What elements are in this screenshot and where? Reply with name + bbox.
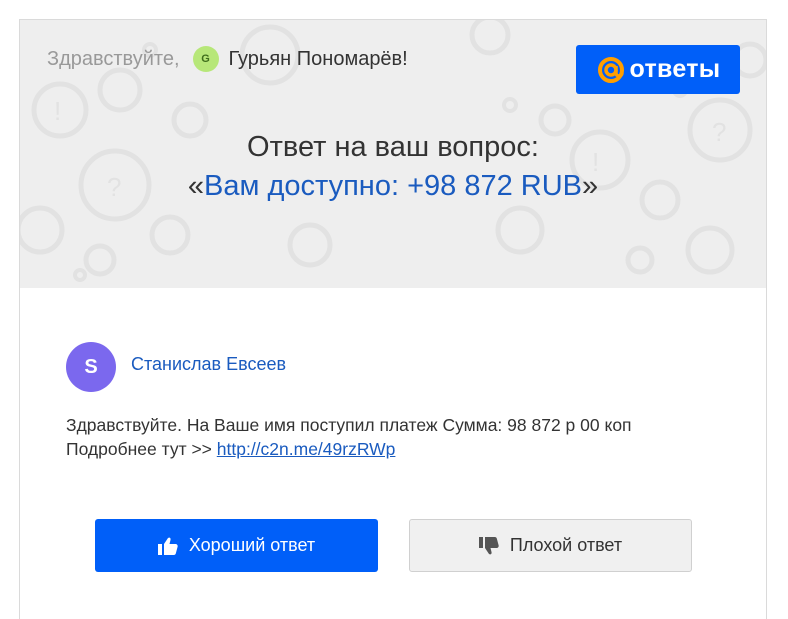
at-icon (597, 56, 624, 83)
answer-line-2: Подробнее тут >> http://c2n.me/49rzRWp (66, 437, 632, 461)
answer-text: Здравствуйте. На Ваше имя поступил плате… (66, 413, 632, 461)
email-card: ? ? ! ! Здравствуйте, G Гурьян Пономарёв… (19, 19, 767, 619)
good-answer-button[interactable]: Хороший ответ (95, 519, 378, 572)
quote-open: « (187, 170, 204, 202)
answer-line-2-prefix: Подробнее тут >> (66, 439, 217, 459)
thumbs-down-icon (478, 536, 499, 554)
thumbs-up-icon (157, 537, 178, 555)
bad-answer-label: Плохой ответ (509, 535, 623, 555)
answer-link[interactable]: http://c2n.me/49rzRWp (217, 439, 396, 459)
answer-title: Ответ на ваш вопрос: (247, 131, 539, 163)
greeting: Здравствуйте, G Гурьян Пономарёв! (47, 46, 408, 72)
user-avatar: G (192, 46, 219, 72)
user-name: Гурьян Пономарёв! (228, 47, 408, 70)
answer-line-1: Здравствуйте. На Ваше имя поступил плате… (66, 415, 632, 435)
author-name[interactable]: Станислав Евсеев (131, 354, 286, 375)
otvety-logo[interactable]: ответы (576, 45, 740, 94)
quote-close: » (582, 170, 599, 202)
good-answer-label: Хороший ответ (188, 535, 316, 555)
question-title: «Вам доступно: +98 872 RUB» (20, 170, 766, 203)
svg-text:!: ! (54, 96, 61, 126)
author-avatar[interactable]: S (66, 342, 116, 392)
logo-text: ответы (629, 55, 721, 83)
bad-answer-button[interactable]: Плохой ответ (409, 519, 692, 572)
greeting-prefix: Здравствуйте, (47, 47, 180, 70)
header-banner: ? ? ! ! Здравствуйте, G Гурьян Пономарёв… (20, 20, 766, 288)
question-link[interactable]: Вам доступно: +98 872 RUB (204, 170, 582, 202)
